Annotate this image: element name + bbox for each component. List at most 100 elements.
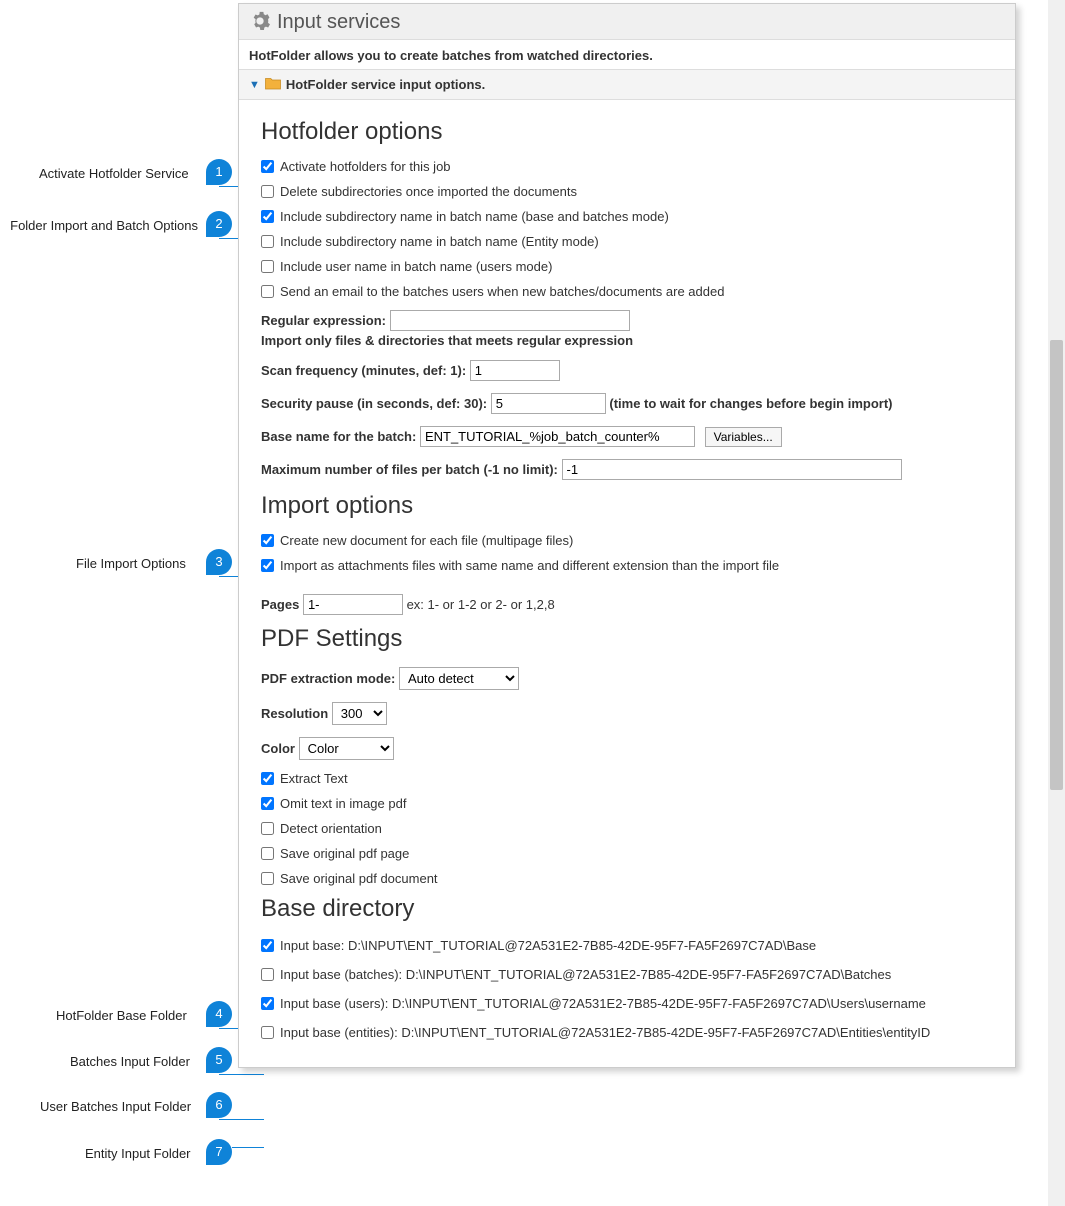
row-save-pdf-page: Save original pdf page [261, 841, 993, 866]
checkbox-include-subdir-entity[interactable] [261, 235, 274, 248]
checkbox-input-base-entities[interactable] [261, 1026, 274, 1039]
annotation-label-5: Batches Input Folder [70, 1054, 190, 1069]
checkbox-include-username[interactable] [261, 260, 274, 273]
label-include-username: Include user name in batch name (users m… [280, 259, 552, 274]
label-input-base: Input base: D:\INPUT\ENT_TUTORIAL@72A531… [280, 938, 816, 953]
row-import-attachments: Import as attachments files with same na… [261, 553, 993, 578]
panel-body: Hotfolder options Activate hotfolders fo… [239, 100, 1015, 1067]
label-save-pdf-page: Save original pdf page [280, 846, 409, 861]
row-pdf-color: Color Color [261, 731, 993, 766]
row-create-new-doc: Create new document for each file (multi… [261, 528, 993, 553]
scrollbar-thumb[interactable] [1050, 340, 1063, 790]
input-regex[interactable] [390, 310, 630, 331]
input-scan-frequency[interactable] [470, 360, 560, 381]
label-input-base-users: Input base (users): D:\INPUT\ENT_TUTORIA… [280, 996, 926, 1011]
panel-header: Input services [239, 4, 1015, 40]
row-max-files: Maximum number of files per batch (-1 no… [261, 453, 993, 486]
checkbox-save-pdf-page[interactable] [261, 847, 274, 860]
row-input-base-entities: Input base (entities): D:\INPUT\ENT_TUTO… [261, 1018, 993, 1047]
annotation-lead-7 [232, 1147, 264, 1148]
label-pdf-mode: PDF extraction mode: [261, 671, 395, 686]
row-input-base-batches: Input base (batches): D:\INPUT\ENT_TUTOR… [261, 960, 993, 989]
input-max-files[interactable] [562, 459, 902, 480]
label-pages: Pages [261, 597, 299, 612]
checkbox-extract-text[interactable] [261, 772, 274, 785]
annotation-label-2: Folder Import and Batch Options [0, 218, 198, 233]
pdf-heading: PDF Settings [261, 625, 993, 653]
annotation-bubble-2: 2 [206, 211, 232, 237]
annotation-bubble-6: 6 [206, 1092, 232, 1118]
row-scan-frequency: Scan frequency (minutes, def: 1): [261, 354, 993, 387]
select-pdf-resolution[interactable]: 300 [332, 702, 387, 725]
label-create-new-doc: Create new document for each file (multi… [280, 533, 573, 548]
label-scan-frequency: Scan frequency (minutes, def: 1): [261, 363, 466, 378]
annotation-label-7: Entity Input Folder [85, 1146, 191, 1161]
disclosure-icon[interactable]: ▼ [249, 79, 260, 91]
annotation-label-4: HotFolder Base Folder [56, 1008, 187, 1023]
label-extract-text: Extract Text [280, 771, 348, 786]
import-heading: Import options [261, 492, 993, 520]
annotation-label-1: Activate Hotfolder Service [39, 166, 189, 181]
hint-security-pause: (time to wait for changes before begin i… [609, 396, 892, 411]
checkbox-detect-orientation[interactable] [261, 822, 274, 835]
checkbox-create-new-doc[interactable] [261, 534, 274, 547]
checkbox-activate-hotfolders[interactable] [261, 160, 274, 173]
hint-regex: Import only files & directories that mee… [261, 333, 993, 348]
label-regex: Regular expression: [261, 313, 386, 328]
row-input-base: Input base: D:\INPUT\ENT_TUTORIAL@72A531… [261, 931, 993, 960]
checkbox-include-subdir-base[interactable] [261, 210, 274, 223]
label-import-attachments: Import as attachments files with same na… [280, 558, 779, 573]
label-omit-text: Omit text in image pdf [280, 796, 406, 811]
gear-icon [249, 10, 271, 35]
label-max-files: Maximum number of files per batch (-1 no… [261, 462, 558, 477]
label-delete-subdirs: Delete subdirectories once imported the … [280, 184, 577, 199]
row-security-pause: Security pause (in seconds, def: 30): (t… [261, 387, 993, 420]
checkbox-import-attachments[interactable] [261, 559, 274, 572]
row-pdf-resolution: Resolution 300 [261, 696, 993, 731]
input-security-pause[interactable] [491, 393, 606, 414]
variables-button[interactable]: Variables... [705, 427, 782, 447]
label-activate-hotfolders: Activate hotfolders for this job [280, 159, 451, 174]
checkbox-input-base-batches[interactable] [261, 968, 274, 981]
label-send-email: Send an email to the batches users when … [280, 284, 724, 299]
label-detect-orientation: Detect orientation [280, 821, 382, 836]
annotation-lead-6 [219, 1119, 264, 1120]
checkbox-save-pdf-doc[interactable] [261, 872, 274, 885]
row-include-username: Include user name in batch name (users m… [261, 254, 993, 279]
vertical-scrollbar[interactable] [1048, 0, 1065, 1206]
label-include-subdir-base: Include subdirectory name in batch name … [280, 209, 669, 224]
settings-panel: Input services HotFolder allows you to c… [238, 3, 1016, 1068]
folder-icon [264, 75, 282, 94]
row-base-name: Base name for the batch: Variables... [261, 420, 993, 453]
row-pages: Pages ex: 1- or 1-2 or 2- or 1,2,8 [261, 588, 993, 621]
row-input-base-users: Input base (users): D:\INPUT\ENT_TUTORIA… [261, 989, 993, 1018]
hint-pages: ex: 1- or 1-2 or 2- or 1,2,8 [407, 597, 555, 612]
base-heading: Base directory [261, 895, 993, 923]
label-security-pause: Security pause (in seconds, def: 30): [261, 396, 487, 411]
checkbox-send-email[interactable] [261, 285, 274, 298]
select-pdf-mode[interactable]: Auto detect [399, 667, 519, 690]
hotfolder-heading: Hotfolder options [261, 118, 993, 146]
select-pdf-color[interactable]: Color [299, 737, 394, 760]
annotation-bubble-5: 5 [206, 1047, 232, 1073]
row-pdf-mode: PDF extraction mode: Auto detect [261, 661, 993, 696]
panel-title: Input services [277, 11, 400, 34]
input-base-name[interactable] [420, 426, 695, 447]
row-detect-orientation: Detect orientation [261, 816, 993, 841]
label-pdf-color: Color [261, 741, 295, 756]
checkbox-delete-subdirs[interactable] [261, 185, 274, 198]
checkbox-input-base[interactable] [261, 939, 274, 952]
row-regex: Regular expression: Import only files & … [261, 304, 993, 354]
annotation-lead-5 [219, 1074, 264, 1075]
row-include-subdir-base: Include subdirectory name in batch name … [261, 204, 993, 229]
panel-subtitle: HotFolder allows you to create batches f… [239, 40, 1015, 69]
checkbox-omit-text[interactable] [261, 797, 274, 810]
annotation-label-6: User Batches Input Folder [40, 1099, 191, 1114]
checkbox-input-base-users[interactable] [261, 997, 274, 1010]
input-pages[interactable] [303, 594, 403, 615]
panel-strip[interactable]: ▼ HotFolder service input options. [239, 69, 1015, 100]
row-omit-text: Omit text in image pdf [261, 791, 993, 816]
annotation-label-3: File Import Options [76, 556, 186, 571]
annotation-bubble-1: 1 [206, 159, 232, 185]
row-save-pdf-doc: Save original pdf document [261, 866, 993, 891]
